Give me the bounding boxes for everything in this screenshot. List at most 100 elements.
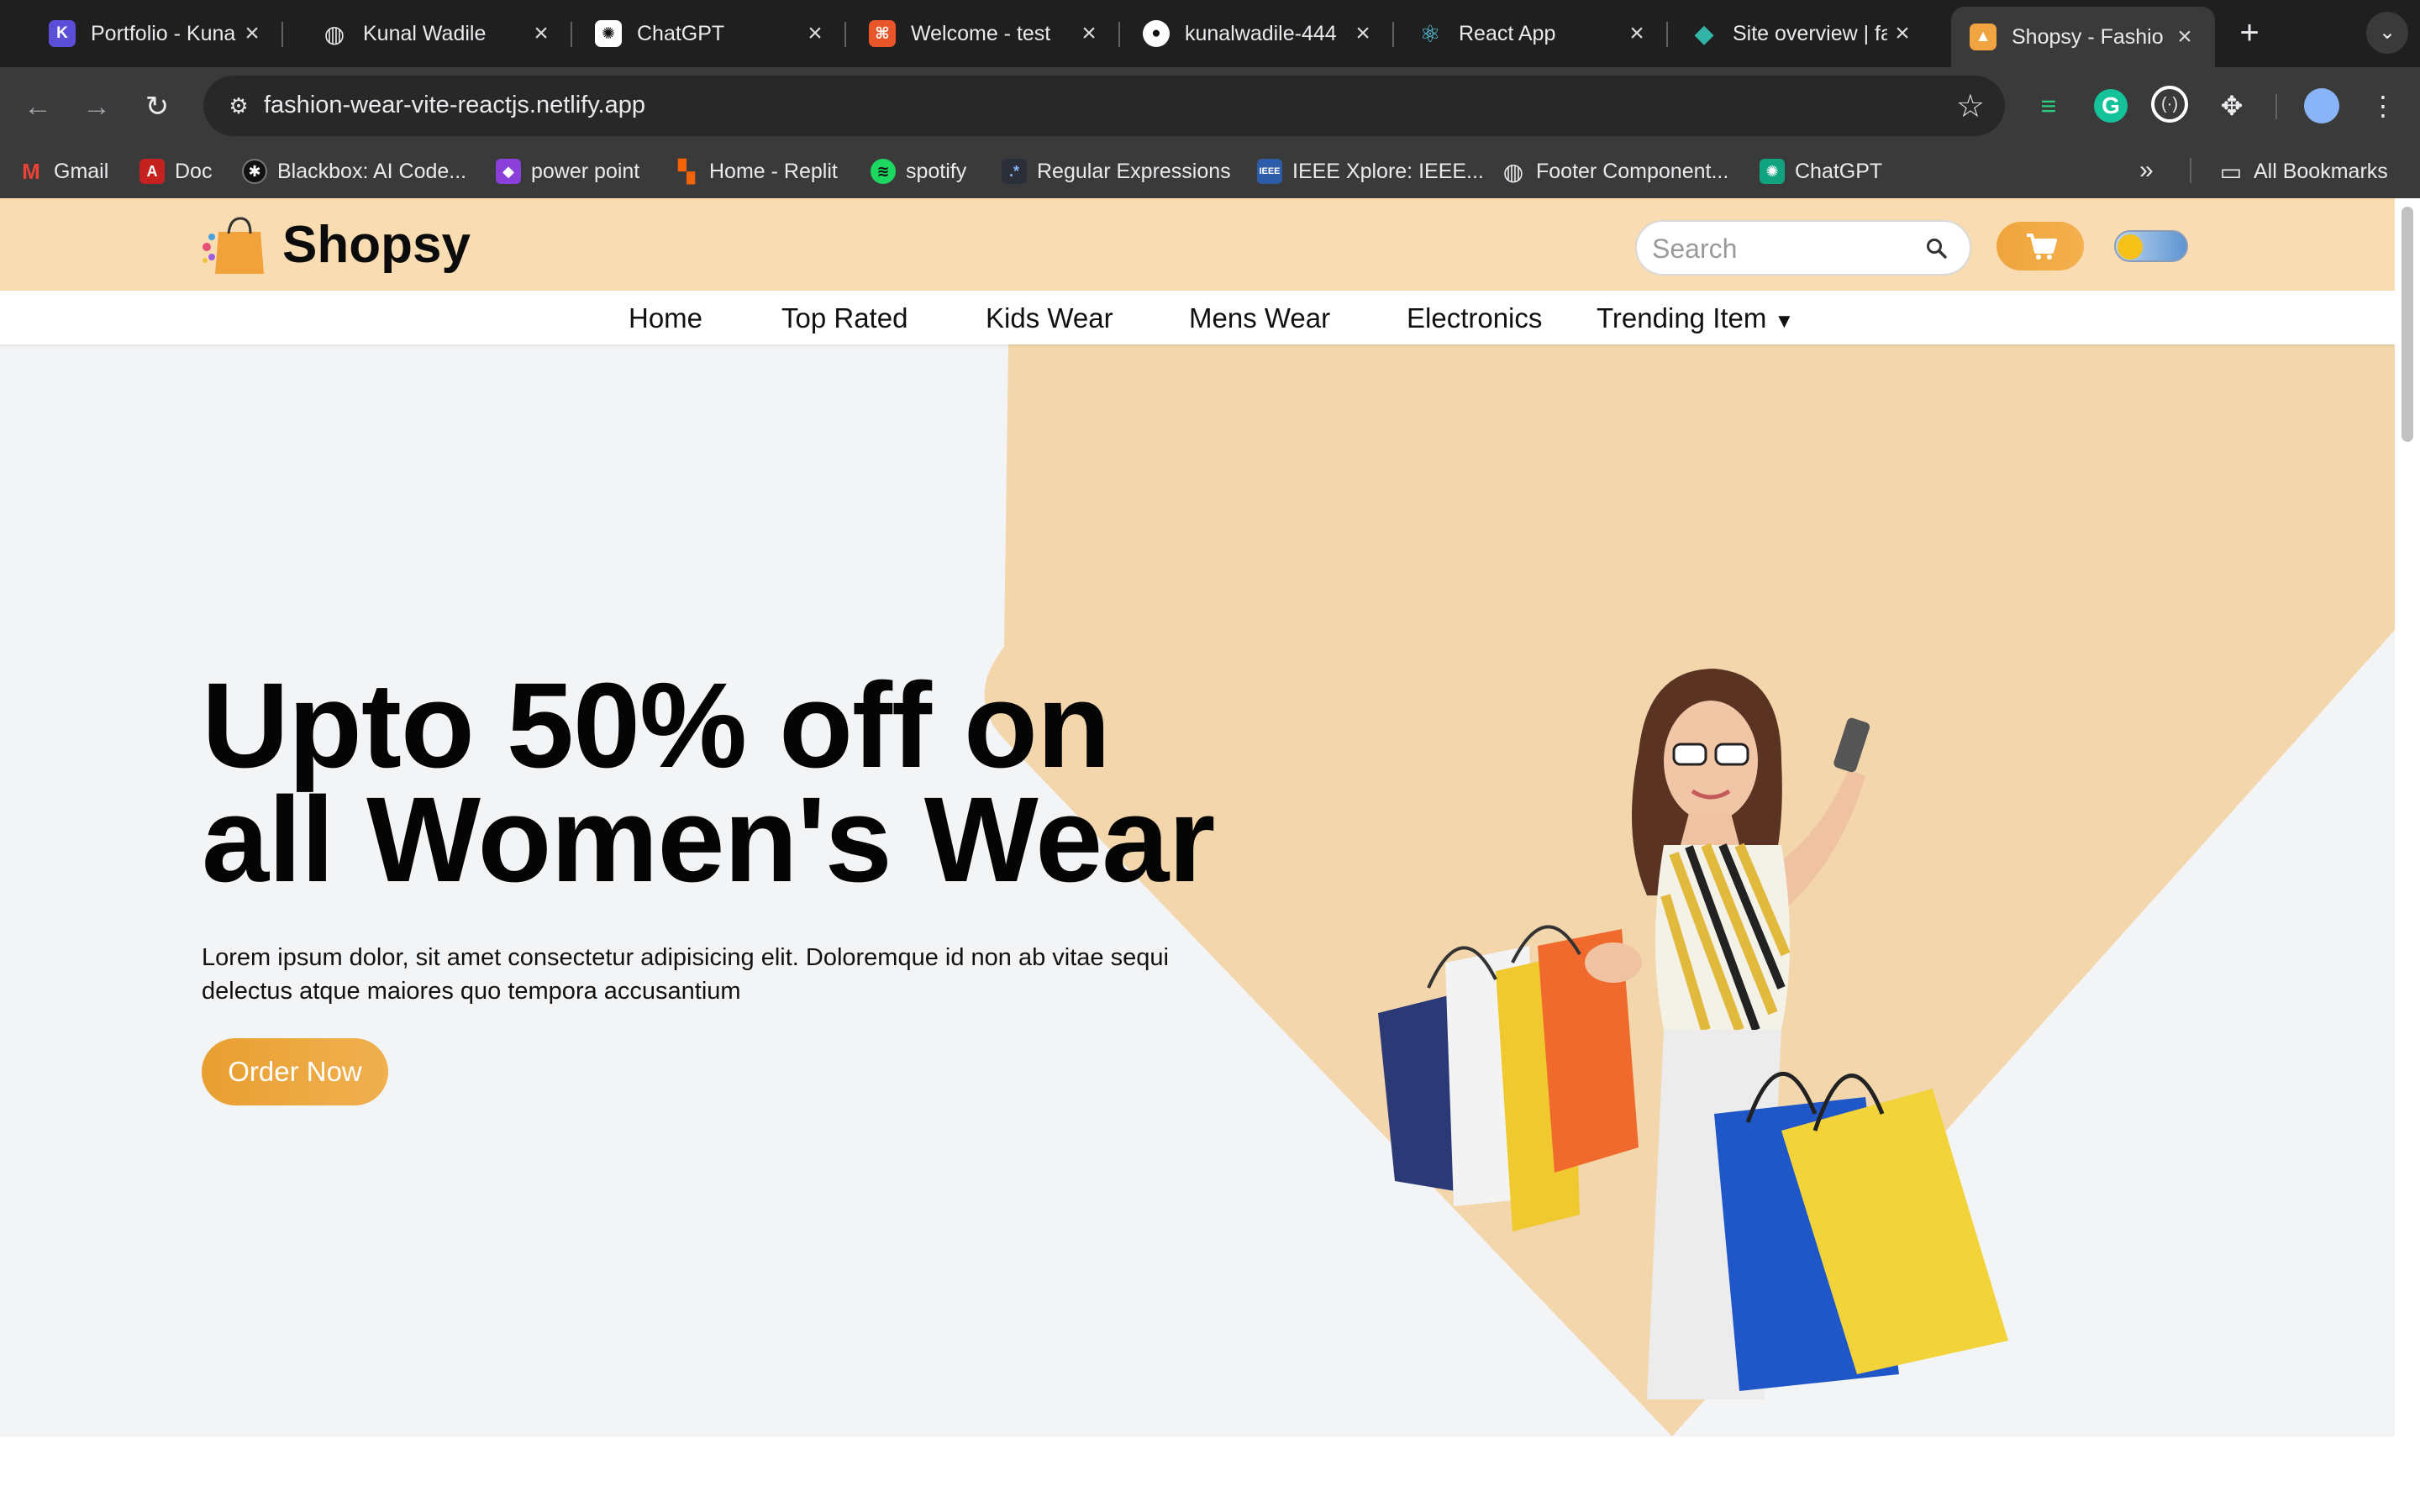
bookmark-label: IEEE Xplore: IEEE...	[1292, 159, 1484, 183]
bookmark-regex[interactable]: .* Regular Expressions	[1002, 156, 1231, 186]
bookmark-replit[interactable]: ▚ Home - Replit	[674, 156, 838, 186]
grammarly-icon[interactable]: G	[2094, 89, 2128, 123]
bookmark-label: power point	[531, 159, 640, 183]
tab-title: Site overview | fa	[1733, 21, 1887, 45]
more-bookmarks-icon[interactable]: »	[2139, 156, 2154, 185]
close-tab-icon[interactable]: ×	[1622, 19, 1652, 48]
nav-top-rated[interactable]: Top Rated	[781, 302, 908, 334]
cart-icon	[2027, 234, 2057, 260]
main-nav: Home Top Rated Kids Wear Mens Wear Elect…	[0, 291, 2395, 344]
tab-github[interactable]: ● kunalwadile-444 ×	[1124, 7, 1394, 60]
tab-portfolio[interactable]: K Portfolio - Kunal ×	[30, 7, 283, 60]
tab-site-overview[interactable]: ◆ Site overview | fa ×	[1672, 7, 1933, 60]
page-scrollbar[interactable]	[2395, 198, 2420, 1512]
bookmark-star-icon[interactable]: ☆	[1956, 87, 1985, 125]
caret-down-icon: ▼	[1774, 310, 1795, 333]
all-bookmarks-label: All Bookmarks	[2254, 159, 2388, 183]
extension-ring-icon[interactable]: (·)	[2151, 86, 2188, 123]
ieee-icon: IEEE	[1257, 159, 1282, 184]
nav-mens-wear[interactable]: Mens Wear	[1189, 302, 1330, 334]
address-bar[interactable]: ⚙ fashion-wear-vite-reactjs.netlify.app …	[203, 76, 2005, 136]
extensions-puzzle-icon[interactable]: ✥	[2212, 86, 2252, 126]
site-info-icon[interactable]: ⚙	[224, 91, 254, 121]
gmail-icon: M	[22, 158, 40, 184]
site-logo[interactable]: Shopsy	[202, 213, 471, 276]
bookmark-label: Footer Component...	[1536, 159, 1729, 183]
pdf-icon: A	[139, 159, 165, 184]
all-bookmarks[interactable]: ▭ All Bookmarks	[2218, 156, 2388, 186]
tab-search-button[interactable]: ⌄	[2366, 12, 2408, 54]
search-input[interactable]	[1652, 232, 1921, 265]
nav-home[interactable]: Home	[629, 302, 702, 334]
tab-separator	[281, 22, 283, 47]
toolbar-separator	[2275, 94, 2277, 119]
dark-mode-toggle[interactable]	[2114, 230, 2188, 262]
search-box[interactable]	[1635, 220, 1971, 276]
bookmark-label: Doc	[175, 159, 213, 183]
close-tab-icon[interactable]: ×	[1348, 19, 1378, 48]
blackbox-icon: ✱	[242, 159, 267, 184]
hero-title: Upto 50% off on all Women's Wear	[202, 665, 1311, 900]
profile-avatar[interactable]	[2304, 88, 2339, 123]
hero-description: Lorem ipsum dolor, sit amet consectetur …	[202, 944, 1169, 1005]
bookmark-label: spotify	[906, 159, 967, 183]
bookmark-label: ChatGPT	[1795, 159, 1883, 183]
tab-title: React App	[1459, 21, 1556, 45]
extension-icon[interactable]: ≡	[2028, 86, 2069, 126]
tab-kunal-wadile[interactable]: ◍ Kunal Wadile ×	[302, 7, 572, 60]
web-page: Shopsy Home Top Rated Kids Wear Mens Wea…	[0, 198, 2395, 1512]
bookmark-ieee[interactable]: IEEE IEEE Xplore: IEEE...	[1257, 156, 1484, 186]
close-tab-icon[interactable]: ×	[1074, 19, 1104, 48]
hero-title-line: all Women's Wear	[202, 772, 1215, 907]
folder-icon: ▭	[2219, 158, 2243, 185]
bookmark-blackbox[interactable]: ✱ Blackbox: AI Code...	[242, 156, 466, 186]
replit-icon: ▚	[678, 158, 695, 184]
new-tab-button[interactable]: +	[2228, 12, 2270, 54]
netlify-icon: ◆	[1694, 19, 1714, 48]
close-tab-icon[interactable]: ×	[1887, 19, 1918, 48]
bookmark-label: Gmail	[54, 159, 109, 183]
bookmark-gmail[interactable]: M Gmail	[18, 156, 108, 186]
browser-toolbar: ← → ↻ ⚙ fashion-wear-vite-reactjs.netlif…	[0, 67, 2420, 144]
next-section	[0, 1436, 2395, 1512]
back-button[interactable]: ←	[17, 86, 59, 128]
close-tab-icon[interactable]: ×	[237, 19, 267, 48]
chrome-menu-icon[interactable]: ⋮	[2363, 86, 2403, 126]
tab-separator	[1666, 22, 1668, 47]
globe-icon: ◍	[1502, 158, 1524, 185]
chatgpt-icon: ✺	[595, 20, 622, 47]
forward-button[interactable]: →	[76, 86, 118, 128]
nav-electronics[interactable]: Electronics	[1407, 302, 1542, 334]
close-tab-icon[interactable]: ×	[2170, 23, 2200, 51]
scrollbar-thumb[interactable]	[2402, 207, 2413, 442]
tab-separator	[1392, 22, 1394, 47]
tab-chatgpt[interactable]: ✺ ChatGPT ×	[576, 7, 846, 60]
tab-title: ChatGPT	[637, 21, 725, 45]
order-now-button[interactable]: Order Now	[202, 1038, 388, 1105]
close-tab-icon[interactable]: ×	[800, 19, 830, 48]
tab-welcome-test[interactable]: ⌘ Welcome - test ×	[850, 7, 1120, 60]
url-text[interactable]: fashion-wear-vite-reactjs.netlify.app	[264, 92, 645, 119]
codeigniter-icon: ⌘	[869, 20, 896, 47]
search-icon[interactable]	[1926, 238, 1948, 260]
bookmark-footer-component[interactable]: ◍ Footer Component...	[1501, 156, 1729, 186]
powerpoint-icon: ◆	[496, 159, 521, 184]
nav-kids-wear[interactable]: Kids Wear	[986, 302, 1113, 334]
tab-react-app[interactable]: ⚛ React App ×	[1398, 7, 1668, 60]
tab-title: kunalwadile-444	[1185, 21, 1337, 45]
nav-trending-item[interactable]: Trending Item ▼	[1597, 302, 1794, 334]
bookmark-doc[interactable]: A Doc	[139, 156, 212, 186]
close-tab-icon[interactable]: ×	[526, 19, 556, 48]
sun-icon	[2118, 234, 2143, 260]
bookmark-power-point[interactable]: ◆ power point	[496, 156, 639, 186]
bookmark-label: Regular Expressions	[1037, 159, 1231, 183]
spotify-icon: ≋	[871, 159, 896, 184]
bookmark-chatgpt[interactable]: ✺ ChatGPT	[1760, 156, 1882, 186]
cart-button[interactable]	[1996, 222, 2084, 270]
bookmarks-separator	[2190, 158, 2191, 183]
tab-shopsy[interactable]: ▲ Shopsy - Fashio ×	[1951, 7, 2215, 67]
site-header: Shopsy	[0, 198, 2395, 291]
reload-button[interactable]: ↻	[136, 86, 178, 128]
hero-woman-shopping-image	[1378, 669, 2008, 1399]
bookmark-spotify[interactable]: ≋ spotify	[871, 156, 966, 186]
